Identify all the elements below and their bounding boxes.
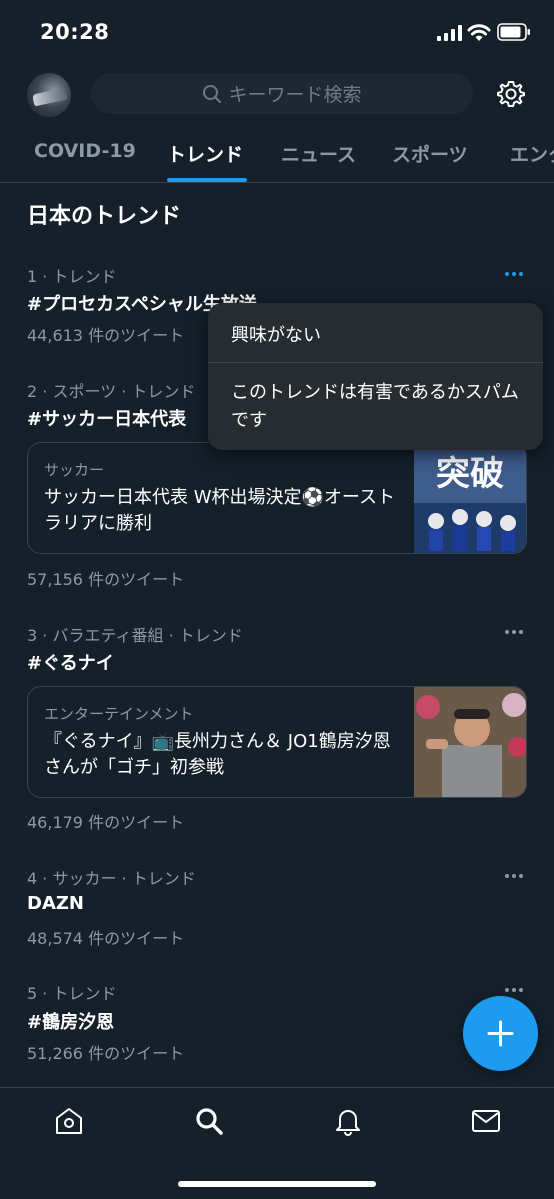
more-icon[interactable] <box>505 874 527 880</box>
trend-options-menu: 興味がない このトレンドは有害であるかスパムです <box>208 303 543 450</box>
status-time: 20:28 <box>40 20 110 44</box>
compose-button[interactable] <box>463 996 538 1071</box>
thumb-text: 突破 <box>436 454 504 494</box>
more-icon[interactable] <box>505 630 527 636</box>
trend-count: 48,574 件のツイート <box>27 929 185 948</box>
trend-meta: 3 · バラエティ番組 · トレンド <box>27 626 243 645</box>
trend-name: #サッカー日本代表 <box>27 409 187 430</box>
trend-count: 44,613 件のツイート <box>27 326 185 345</box>
trend-name: #ぐるナイ <box>27 653 114 674</box>
card-category: サッカー <box>44 461 105 479</box>
more-icon[interactable] <box>505 272 527 278</box>
card-thumbnail: 突破 <box>414 443 526 553</box>
search-input[interactable]: キーワード検索 <box>91 73 473 114</box>
signal-icon <box>437 25 462 41</box>
tab-covid19[interactable]: COVID-19 <box>34 140 136 162</box>
news-card[interactable]: サッカー サッカー日本代表 W杯出場決定⚽オーストラリアに勝利 突破 <box>27 442 527 554</box>
search-icon <box>203 84 222 103</box>
notifications-icon[interactable] <box>333 1106 363 1136</box>
trend-meta: 1 · トレンド <box>27 267 117 286</box>
section-title: 日本のトレンド <box>27 204 182 229</box>
wifi-icon <box>467 24 491 41</box>
card-headline: サッカー日本代表 W杯出場決定⚽オーストラリアに勝利 <box>44 487 396 534</box>
trend-count: 46,179 件のツイート <box>27 813 185 832</box>
gear-icon[interactable] <box>496 79 526 109</box>
home-indicator <box>178 1181 376 1187</box>
trend-meta: 4 · サッカー · トレンド <box>27 869 196 888</box>
profile-avatar[interactable] <box>27 73 71 117</box>
more-icon[interactable] <box>505 988 527 994</box>
menu-item-report-spam[interactable]: このトレンドは有害であるかスパムです <box>231 379 531 435</box>
trend-meta: 2 · スポーツ · トレンド <box>27 382 196 401</box>
card-headline: 『ぐるナイ』📺長州力さん＆ JO1鶴房汐恩さんが「ゴチ」初参戦 <box>44 731 391 778</box>
trend-count: 51,266 件のツイート <box>27 1044 185 1063</box>
trend-name: DAZN <box>27 893 84 914</box>
menu-item-not-interested[interactable]: 興味がない <box>231 321 321 347</box>
tab-entertainment[interactable]: エンタ <box>510 140 554 167</box>
trend-name: #鶴房汐恩 <box>27 1012 115 1033</box>
tab-trends[interactable]: トレンド <box>167 140 243 167</box>
card-thumbnail <box>414 687 526 797</box>
compose-icon <box>487 1020 514 1047</box>
home-icon[interactable] <box>54 1106 84 1136</box>
tab-news[interactable]: ニュース <box>281 140 356 167</box>
trend-count: 57,156 件のツイート <box>27 570 185 589</box>
explore-icon[interactable] <box>194 1106 224 1136</box>
menu-divider <box>208 362 543 363</box>
trend-meta: 5 · トレンド <box>27 984 117 1003</box>
status-bar: 20:28 <box>0 0 554 64</box>
news-card[interactable]: エンターテインメント 『ぐるナイ』📺長州力さん＆ JO1鶴房汐恩さんが「ゴチ」初… <box>27 686 527 798</box>
tab-sports[interactable]: スポーツ <box>392 140 468 167</box>
battery-icon <box>497 23 530 41</box>
card-category: エンターテインメント <box>44 705 194 723</box>
search-placeholder: キーワード検索 <box>228 84 362 106</box>
messages-icon[interactable] <box>471 1106 501 1136</box>
explore-tabs: COVID-19 トレンド ニュース スポーツ エンタ <box>0 130 554 183</box>
tab-active-indicator <box>167 178 247 182</box>
